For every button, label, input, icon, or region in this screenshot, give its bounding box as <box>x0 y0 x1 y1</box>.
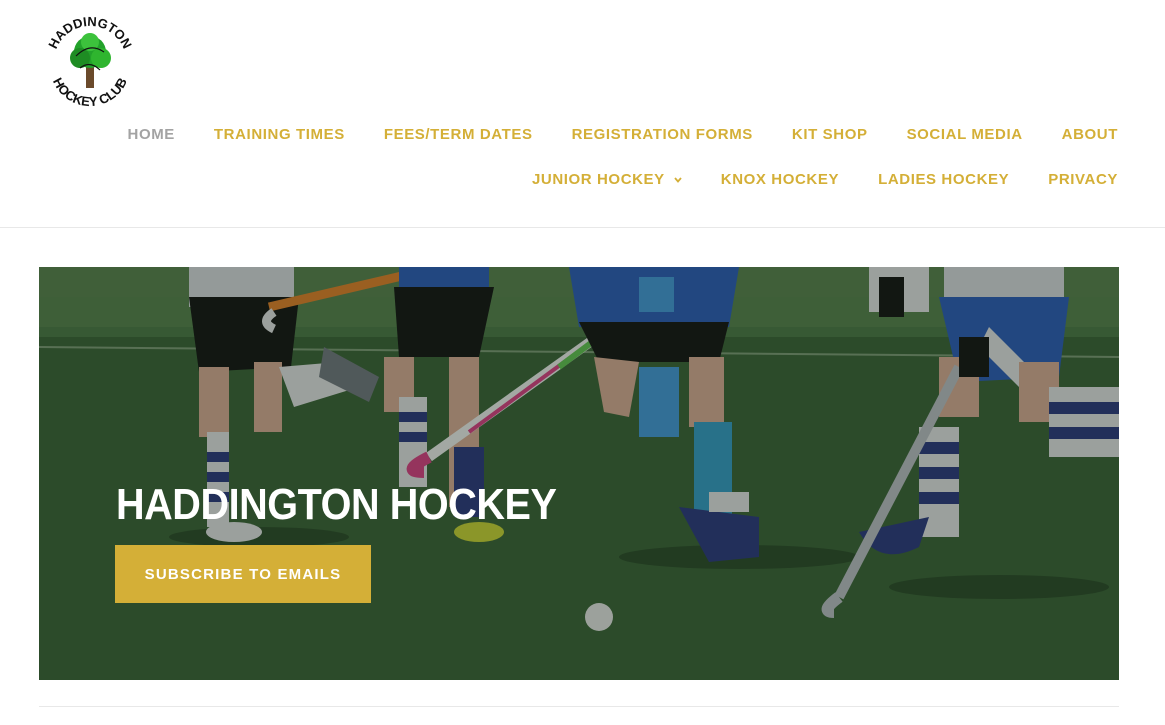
nav-ladies-hockey[interactable]: LADIES HOCKEY <box>878 171 1009 188</box>
hero-title: HADDINGTON HOCKEY <box>116 480 557 529</box>
nav-about[interactable]: ABOUT <box>1062 126 1118 143</box>
nav-fees-term-dates[interactable]: FEES/TERM DATES <box>384 126 533 143</box>
subscribe-to-emails-button[interactable]: SUBSCRIBE TO EMAILS <box>115 545 371 603</box>
hero-banner: HADDINGTON HOCKEY SUBSCRIBE TO EMAILS <box>39 267 1119 680</box>
primary-nav-row-2: JUNIOR HOCKEY KNOX HOCKEY LADIES HOCKEY … <box>493 171 1118 188</box>
nav-knox-hockey[interactable]: KNOX HOCKEY <box>721 171 839 188</box>
site-header: HADDINGTON HOCKEY CLUB HOME TRAINING TIM… <box>0 0 1165 228</box>
nav-junior-hockey-label: JUNIOR HOCKEY <box>531 171 665 188</box>
chevron-down-icon <box>674 176 682 183</box>
primary-nav-row-1: HOME TRAINING TIMES FEES/TERM DATES REGI… <box>89 126 1118 143</box>
hero-photo-hockey-players <box>39 267 1119 680</box>
nav-training-times[interactable]: TRAINING TIMES <box>214 126 345 143</box>
nav-social-media[interactable]: SOCIAL MEDIA <box>907 126 1023 143</box>
divider <box>39 706 1119 707</box>
club-logo-image: HADDINGTON HOCKEY CLUB <box>45 14 135 109</box>
nav-registration-forms[interactable]: REGISTRATION FORMS <box>572 126 753 143</box>
nav-junior-hockey[interactable]: JUNIOR HOCKEY <box>532 171 682 188</box>
nav-privacy[interactable]: PRIVACY <box>1048 171 1118 188</box>
club-logo[interactable]: HADDINGTON HOCKEY CLUB <box>40 12 140 112</box>
nav-kit-shop[interactable]: KIT SHOP <box>792 126 868 143</box>
nav-home[interactable]: HOME <box>128 126 175 143</box>
